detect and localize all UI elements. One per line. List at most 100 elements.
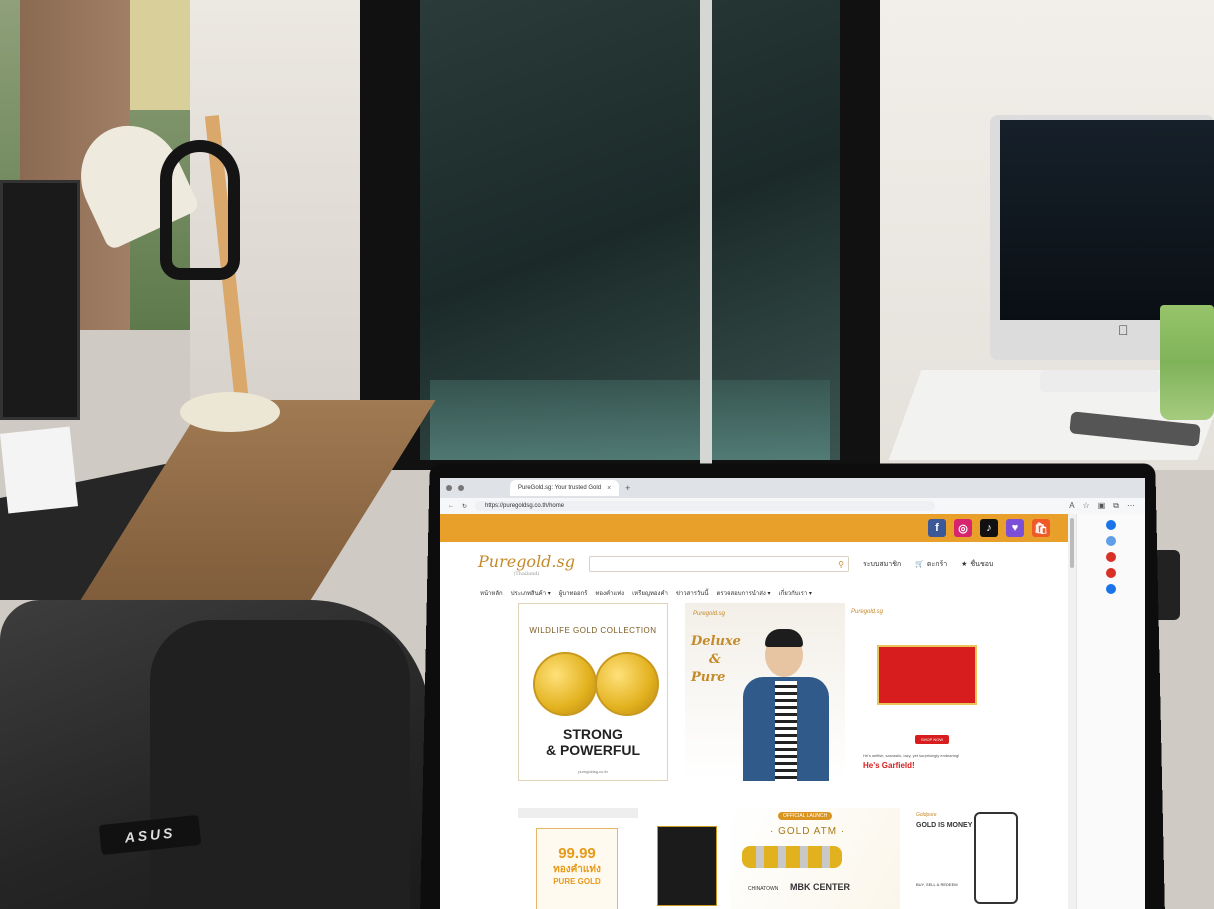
keyboard: [1040, 370, 1160, 392]
presenter-hair: [765, 629, 803, 647]
back-icon[interactable]: ←: [448, 503, 454, 509]
wishlist-label: ชื่นชอบ: [970, 560, 994, 568]
menu-gold-coins[interactable]: เหรียญทองคำ: [632, 588, 668, 598]
backpack-flap: [150, 620, 410, 909]
tiktok-icon[interactable]: ♪: [980, 519, 998, 537]
card-gold-box[interactable]: [645, 808, 735, 909]
refresh-icon[interactable]: ↻: [462, 503, 467, 510]
browser-address-bar: ← ↻ https://puregoldsg.co.th/home A ☆ ▣ …: [440, 498, 1145, 514]
site-header: Puregold.sg (Thailand) ⚲ ระบบสมาชิก 🛒 ตะ…: [440, 542, 1070, 586]
photo-scene:  ASUS PureGold.sg: Your trusted Gold × …: [0, 0, 1214, 909]
goldpure-brand: Goldpure: [916, 812, 937, 818]
wildlife-title: WILDLIFE GOLD COLLECTION: [529, 626, 657, 635]
banner-deluxe[interactable]: Puregold.sg Deluxe & Pure: [685, 603, 845, 781]
garfield-title: He's Garfield!: [863, 761, 915, 770]
social-bar: f ◎ ♪ ♥ 🛍: [440, 514, 1070, 542]
gold-atm-title: · GOLD ATM ·: [770, 826, 846, 837]
card-gold-atm[interactable]: OFFICIAL LAUNCH · GOLD ATM · CHINATOWN M…: [730, 808, 900, 909]
url-field[interactable]: https://puregoldsg.co.th/home: [475, 501, 936, 511]
app-phone-mockup: [974, 812, 1018, 904]
cart-icon: 🛒: [915, 561, 924, 568]
slogan-line-2: & POWERFUL: [545, 742, 641, 758]
menu-about[interactable]: เกี่ยวกับเรา ▾: [779, 588, 812, 598]
workspaces-icon[interactable]: [458, 485, 464, 491]
site-logo[interactable]: Puregold.sg (Thailand): [478, 552, 575, 577]
wildlife-site: puregoldsg.co.th: [578, 769, 608, 774]
garfield-brand: Puregold.sg: [851, 609, 884, 615]
card-pure-gold[interactable]: 99.99 ทองคำแท่ง PURE GOLD: [518, 808, 638, 909]
deluxe-word-2: &: [709, 652, 721, 667]
glass-reflection: [430, 380, 830, 460]
split-screen-icon[interactable]: ▣: [1098, 501, 1106, 511]
gold-bars-image: [742, 846, 842, 868]
menu-tracking[interactable]: ตรวจสอบการนำส่ง ▾: [717, 588, 771, 598]
elephant-coin: [595, 652, 659, 716]
sidebar-app-icon-3[interactable]: [1106, 584, 1116, 594]
secondary-monitor: [0, 180, 80, 420]
gold-is-money-title: GOLD IS MONEY: [916, 822, 973, 829]
laptop-screen: PureGold.sg: Your trusted Gold × + ← ↻ h…: [440, 478, 1145, 909]
scrollbar-thumb[interactable]: [1070, 518, 1074, 568]
tiger-coin: [533, 652, 597, 716]
main-menu: หน้าหลัก ประเภทสินค้า ▾ ผู้บาทออกร้ ทองค…: [440, 586, 1070, 600]
card-gold-is-money[interactable]: Goldpure GOLD IS MONEY BUY, SELL & REDEE…: [910, 808, 1030, 909]
copilot-icon[interactable]: [1106, 520, 1116, 530]
search-icon[interactable]: ⚲: [838, 560, 844, 569]
line-icon[interactable]: ♥: [1006, 519, 1024, 537]
youtube-icon[interactable]: [1106, 552, 1116, 562]
star-icon: ★: [961, 561, 968, 568]
wishlist-link[interactable]: ★ ชื่นชอบ: [961, 559, 993, 570]
read-aloud-icon[interactable]: A: [1069, 501, 1074, 511]
shop-icon[interactable]: 🛍: [1032, 519, 1050, 537]
menu-home[interactable]: หน้าหลัก: [480, 588, 503, 598]
instagram-icon[interactable]: ◎: [954, 519, 972, 537]
slogan-line-1: STRONG: [563, 726, 623, 742]
menu-gold-bars[interactable]: ทองคำแท่ง: [595, 588, 624, 598]
purity-number: 99.99: [558, 845, 596, 862]
presenter-shirt: [775, 681, 797, 781]
collections-icon[interactable]: ⧉: [1113, 501, 1119, 511]
imac-screen: [1000, 120, 1214, 320]
headphones: [160, 140, 240, 280]
sidebar-app-icon[interactable]: [1106, 536, 1116, 546]
cart-label: ตะกร้า: [926, 560, 948, 568]
member-link[interactable]: ระบบสมาชิก: [863, 559, 901, 570]
cart-link[interactable]: 🛒 ตะกร้า: [915, 559, 947, 570]
deluxe-text: Deluxe & Pure: [691, 633, 741, 687]
close-tab-icon[interactable]: ×: [607, 485, 611, 492]
deluxe-word-1: Deluxe: [691, 634, 741, 649]
logo-subtitle: (Thailand): [513, 570, 540, 577]
paper-stack: [0, 426, 78, 514]
deluxe-brand: Puregold.sg: [693, 611, 726, 617]
sidebar-app-icon-2[interactable]: [1106, 568, 1116, 578]
banner-wildlife[interactable]: WILDLIFE GOLD COLLECTION STRONG & POWERF…: [518, 603, 668, 781]
search-input[interactable]: ⚲: [588, 556, 849, 572]
facebook-icon[interactable]: f: [928, 519, 946, 537]
menu-products[interactable]: ประเภทสินค้า ▾: [511, 588, 551, 598]
pure-gold-box: 99.99 ทองคำแท่ง PURE GOLD: [536, 828, 618, 909]
shop-now-button[interactable]: SHOP NOW: [915, 735, 950, 744]
deluxe-word-3: Pure: [691, 670, 726, 685]
favorite-star-icon[interactable]: ☆: [1083, 501, 1090, 511]
banner-garfield[interactable]: Puregold.sg SHOP NOW He's selfish, sarca…: [845, 603, 1005, 781]
garfield-desc: He's selfish, sarcastic, lazy, yet surpr…: [863, 753, 960, 758]
mbk-label: MBK CENTER: [790, 882, 850, 892]
door-divider: [700, 0, 712, 470]
browser-tab[interactable]: PureGold.sg: Your trusted Gold ×: [510, 480, 620, 496]
gold-bar-thai: ทองคำแท่ง: [553, 864, 601, 875]
window-menu-icon[interactable]: [446, 485, 452, 491]
menu-item-3[interactable]: ผู้บาทออกร้: [559, 588, 588, 598]
logo-text: Puregold.sg: [478, 551, 575, 571]
tab-title: PureGold.sg: Your trusted Gold: [518, 485, 602, 491]
chinatown-label: CHINATOWN: [748, 886, 779, 892]
menu-news[interactable]: ข่าวสารวันนี้: [676, 588, 709, 598]
apple-logo-icon: : [1118, 322, 1132, 338]
pure-gold-label: PURE GOLD: [553, 877, 601, 886]
more-menu-icon[interactable]: ⋯: [1127, 501, 1135, 511]
matcha-drink-cup: [1160, 305, 1214, 420]
gold-product-box: [657, 826, 717, 906]
new-tab-icon[interactable]: +: [625, 483, 630, 493]
browser-toolbar-icons: A ☆ ▣ ⧉ ⋯: [1069, 501, 1145, 511]
browser-tab-bar: PureGold.sg: Your trusted Gold × +: [440, 478, 1145, 498]
page-scrollbar[interactable]: [1068, 514, 1076, 909]
